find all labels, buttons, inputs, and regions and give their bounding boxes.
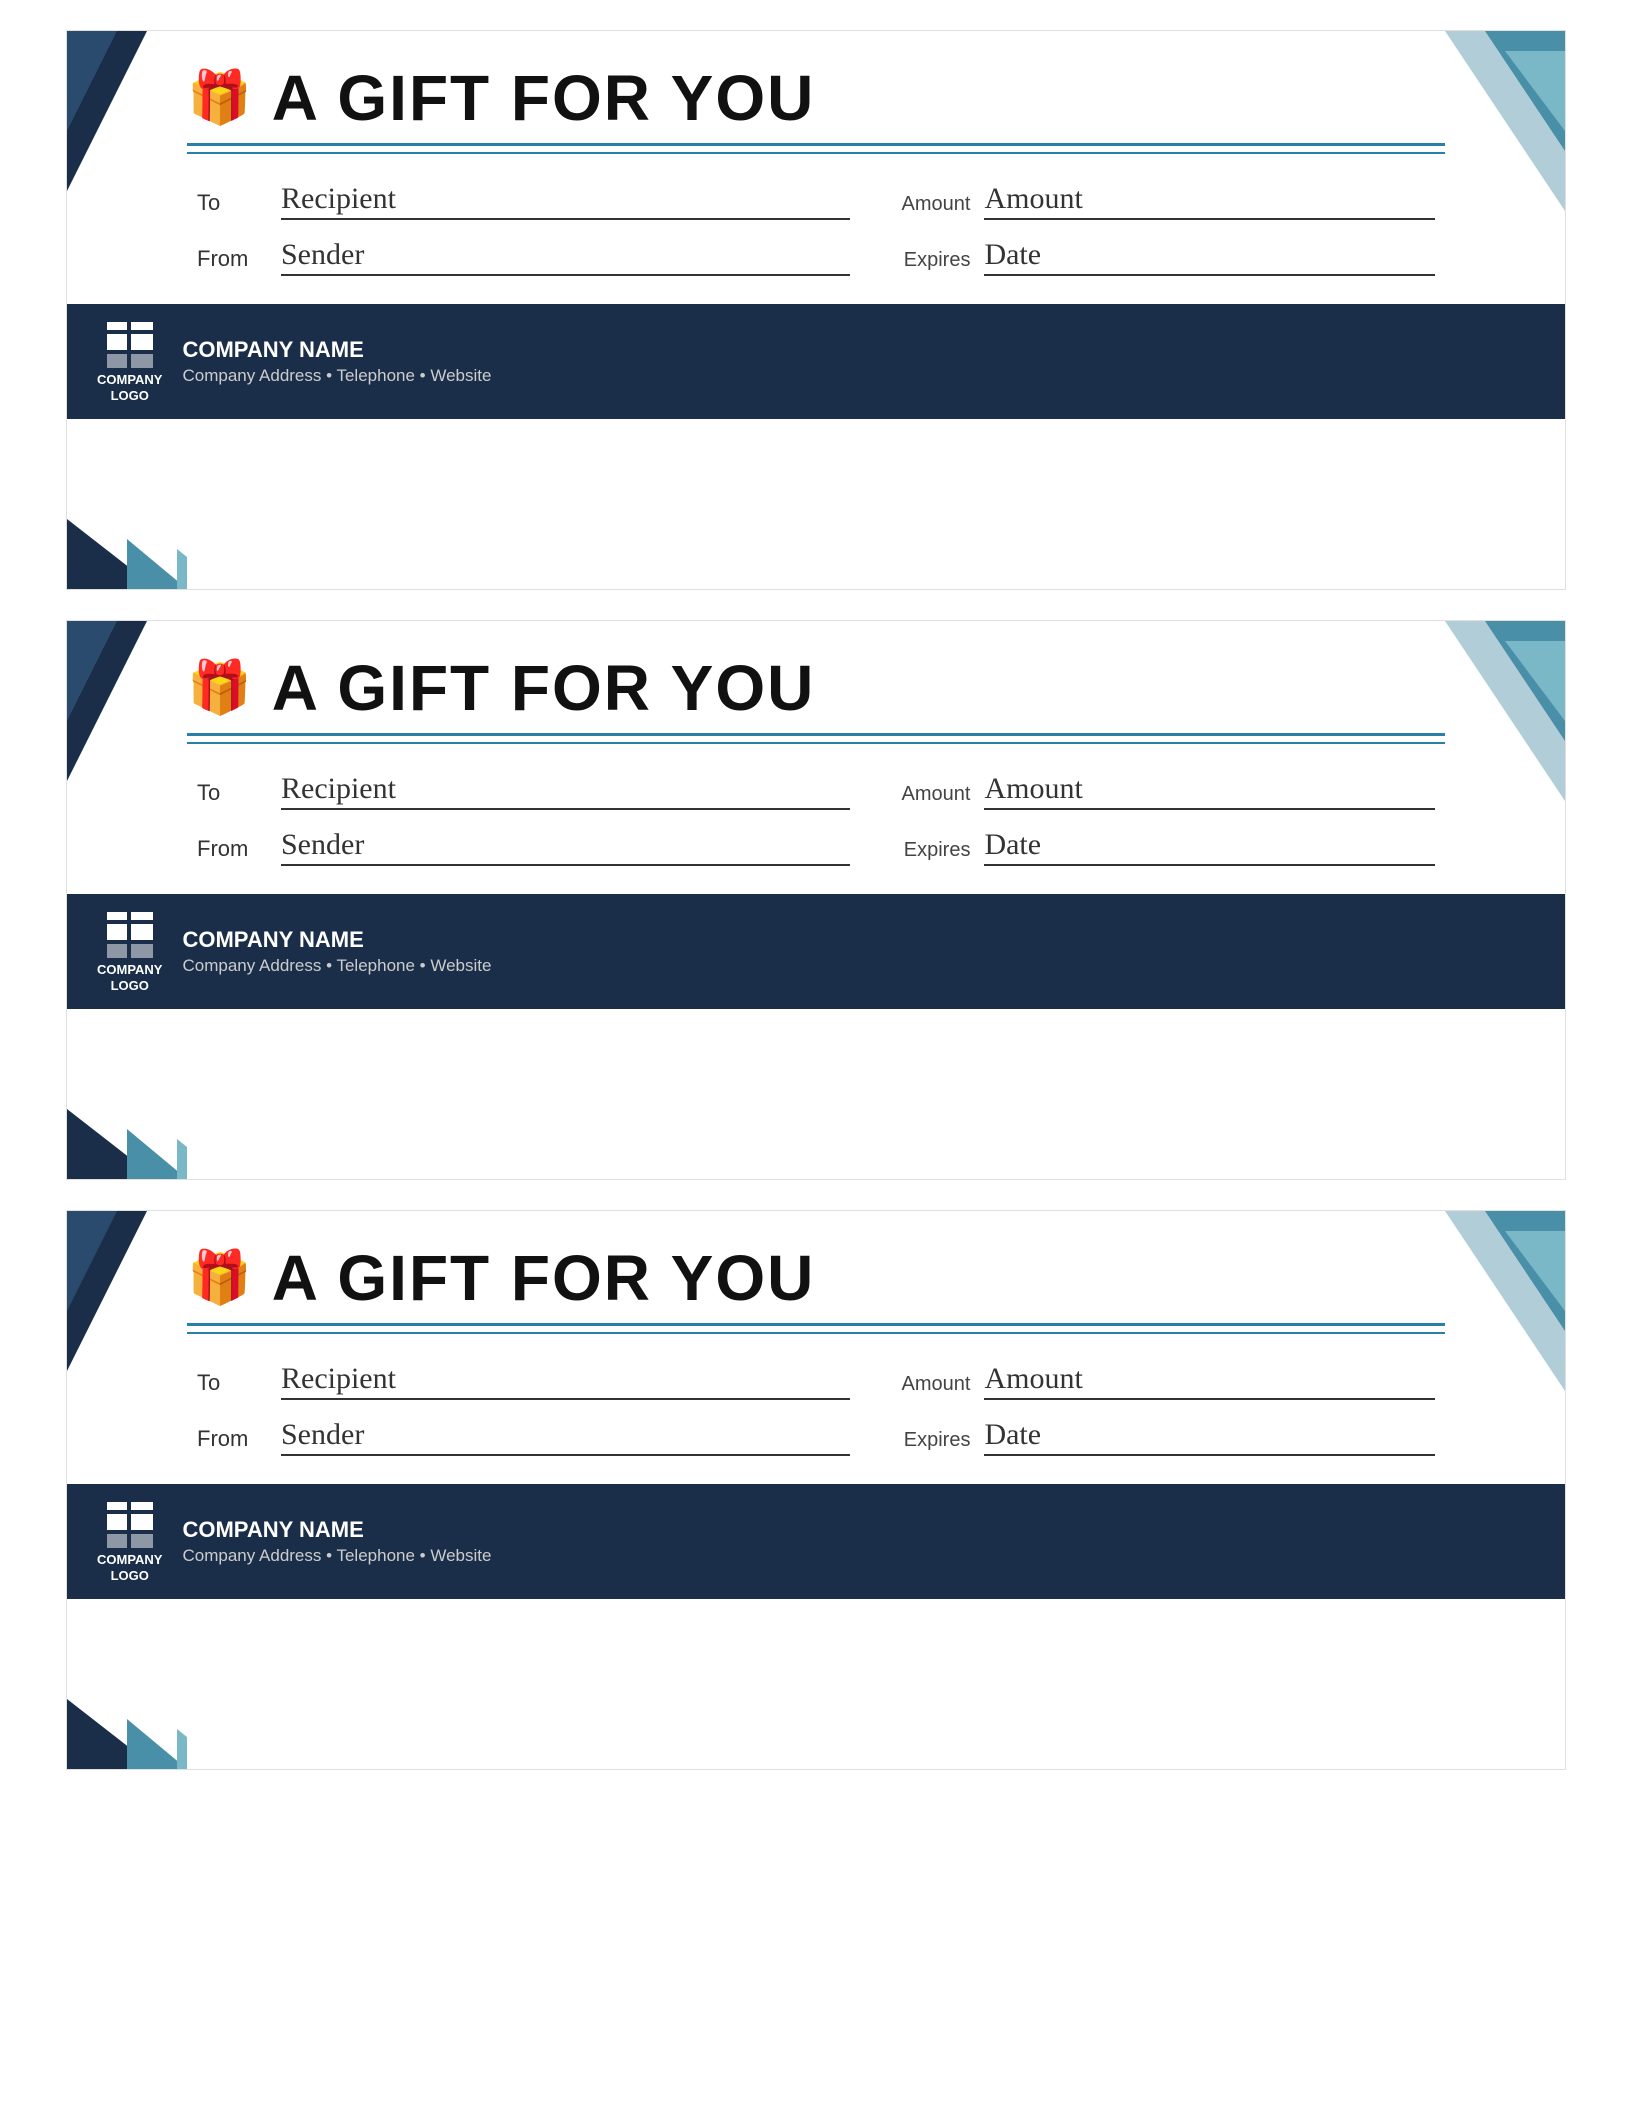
expires-label: Expires [890,1429,970,1456]
sender-value: Sender [281,238,850,276]
footer-bar: COMPANYLOGO COMPANY NAME Company Address… [67,894,1565,1009]
to-label: To [197,780,267,810]
footer-bar: COMPANYLOGO COMPANY NAME Company Address… [67,304,1565,419]
corner-bottom-left [67,1099,187,1179]
corner-bottom-left [67,1689,187,1769]
from-field-row: From Sender [197,1418,850,1456]
title-row: 🎁 A GIFT FOR YOU [187,61,1445,135]
title-divider-top [187,1323,1445,1326]
card-content: 🎁 A GIFT FOR YOU To Recipient From Sende… [67,31,1565,276]
fields-right: Amount Amount Expires Date [890,1362,1435,1456]
to-field-row: To Recipient [197,772,850,810]
from-field-row: From Sender [197,238,850,276]
amount-value: Amount [984,182,1435,220]
amount-label: Amount [890,1373,970,1400]
gift-card-3: 🎁 A GIFT FOR YOU To Recipient From Sende… [66,1210,1566,1770]
logo-box: COMPANYLOGO [97,910,162,993]
corner-bottom-left [67,509,187,589]
title-divider-top [187,143,1445,146]
company-name: COMPANY NAME [182,927,491,953]
sender-value: Sender [281,828,850,866]
company-name: COMPANY NAME [182,337,491,363]
fields-right: Amount Amount Expires Date [890,182,1435,276]
date-value: Date [984,1418,1435,1456]
fields-section: To Recipient From Sender Amount Amount E… [187,1362,1445,1456]
amount-field-row: Amount Amount [890,182,1435,220]
sender-value: Sender [281,1418,850,1456]
company-name: COMPANY NAME [182,1517,491,1543]
fields-left: To Recipient From Sender [197,182,850,276]
expires-field-row: Expires Date [890,1418,1435,1456]
expires-label: Expires [890,839,970,866]
amount-value: Amount [984,1362,1435,1400]
company-info: COMPANY NAME Company Address • Telephone… [182,337,491,386]
card-content: 🎁 A GIFT FOR YOU To Recipient From Sende… [67,621,1565,866]
gift-icon: 🎁 [187,1252,252,1304]
company-logo-icon [105,910,155,960]
recipient-value: Recipient [281,182,850,220]
date-value: Date [984,828,1435,866]
from-label: From [197,246,267,276]
card-title: A GIFT FOR YOU [272,651,816,725]
date-value: Date [984,238,1435,276]
logo-text-line1: COMPANYLOGO [97,372,162,403]
logo-box: COMPANYLOGO [97,1500,162,1583]
company-info: COMPANY NAME Company Address • Telephone… [182,1517,491,1566]
fields-section: To Recipient From Sender Amount Amount E… [187,772,1445,866]
company-details: Company Address • Telephone • Website [182,1546,491,1566]
recipient-value: Recipient [281,1362,850,1400]
amount-field-row: Amount Amount [890,772,1435,810]
logo-text-line1: COMPANYLOGO [97,962,162,993]
company-info: COMPANY NAME Company Address • Telephone… [182,927,491,976]
gift-card-2: 🎁 A GIFT FOR YOU To Recipient From Sende… [66,620,1566,1180]
from-field-row: From Sender [197,828,850,866]
card-content: 🎁 A GIFT FOR YOU To Recipient From Sende… [67,1211,1565,1456]
expires-field-row: Expires Date [890,828,1435,866]
gift-icon: 🎁 [187,72,252,124]
company-details: Company Address • Telephone • Website [182,366,491,386]
to-label: To [197,190,267,220]
title-divider-bottom [187,742,1445,744]
expires-field-row: Expires Date [890,238,1435,276]
company-details: Company Address • Telephone • Website [182,956,491,976]
expires-label: Expires [890,249,970,276]
gift-card-1: 🎁 A GIFT FOR YOU To Recipient From Sende… [66,30,1566,590]
title-divider-bottom [187,1332,1445,1334]
footer-bar: COMPANYLOGO COMPANY NAME Company Address… [67,1484,1565,1599]
fields-right: Amount Amount Expires Date [890,772,1435,866]
gift-icon: 🎁 [187,662,252,714]
amount-value: Amount [984,772,1435,810]
title-divider-bottom [187,152,1445,154]
to-field-row: To Recipient [197,1362,850,1400]
card-title: A GIFT FOR YOU [272,61,816,135]
title-row: 🎁 A GIFT FOR YOU [187,1241,1445,1315]
cards-container: 🎁 A GIFT FOR YOU To Recipient From Sende… [66,30,1566,1770]
logo-text-line1: COMPANYLOGO [97,1552,162,1583]
bl-shape3 [177,1729,187,1769]
card-title: A GIFT FOR YOU [272,1241,816,1315]
company-logo-icon [105,1500,155,1550]
from-label: From [197,1426,267,1456]
bl-shape3 [177,1139,187,1179]
title-divider-top [187,733,1445,736]
logo-box: COMPANYLOGO [97,320,162,403]
amount-field-row: Amount Amount [890,1362,1435,1400]
to-label: To [197,1370,267,1400]
bl-shape3 [177,549,187,589]
to-field-row: To Recipient [197,182,850,220]
amount-label: Amount [890,193,970,220]
recipient-value: Recipient [281,772,850,810]
company-logo-icon [105,320,155,370]
fields-left: To Recipient From Sender [197,772,850,866]
fields-section: To Recipient From Sender Amount Amount E… [187,182,1445,276]
from-label: From [197,836,267,866]
fields-left: To Recipient From Sender [197,1362,850,1456]
amount-label: Amount [890,783,970,810]
title-row: 🎁 A GIFT FOR YOU [187,651,1445,725]
